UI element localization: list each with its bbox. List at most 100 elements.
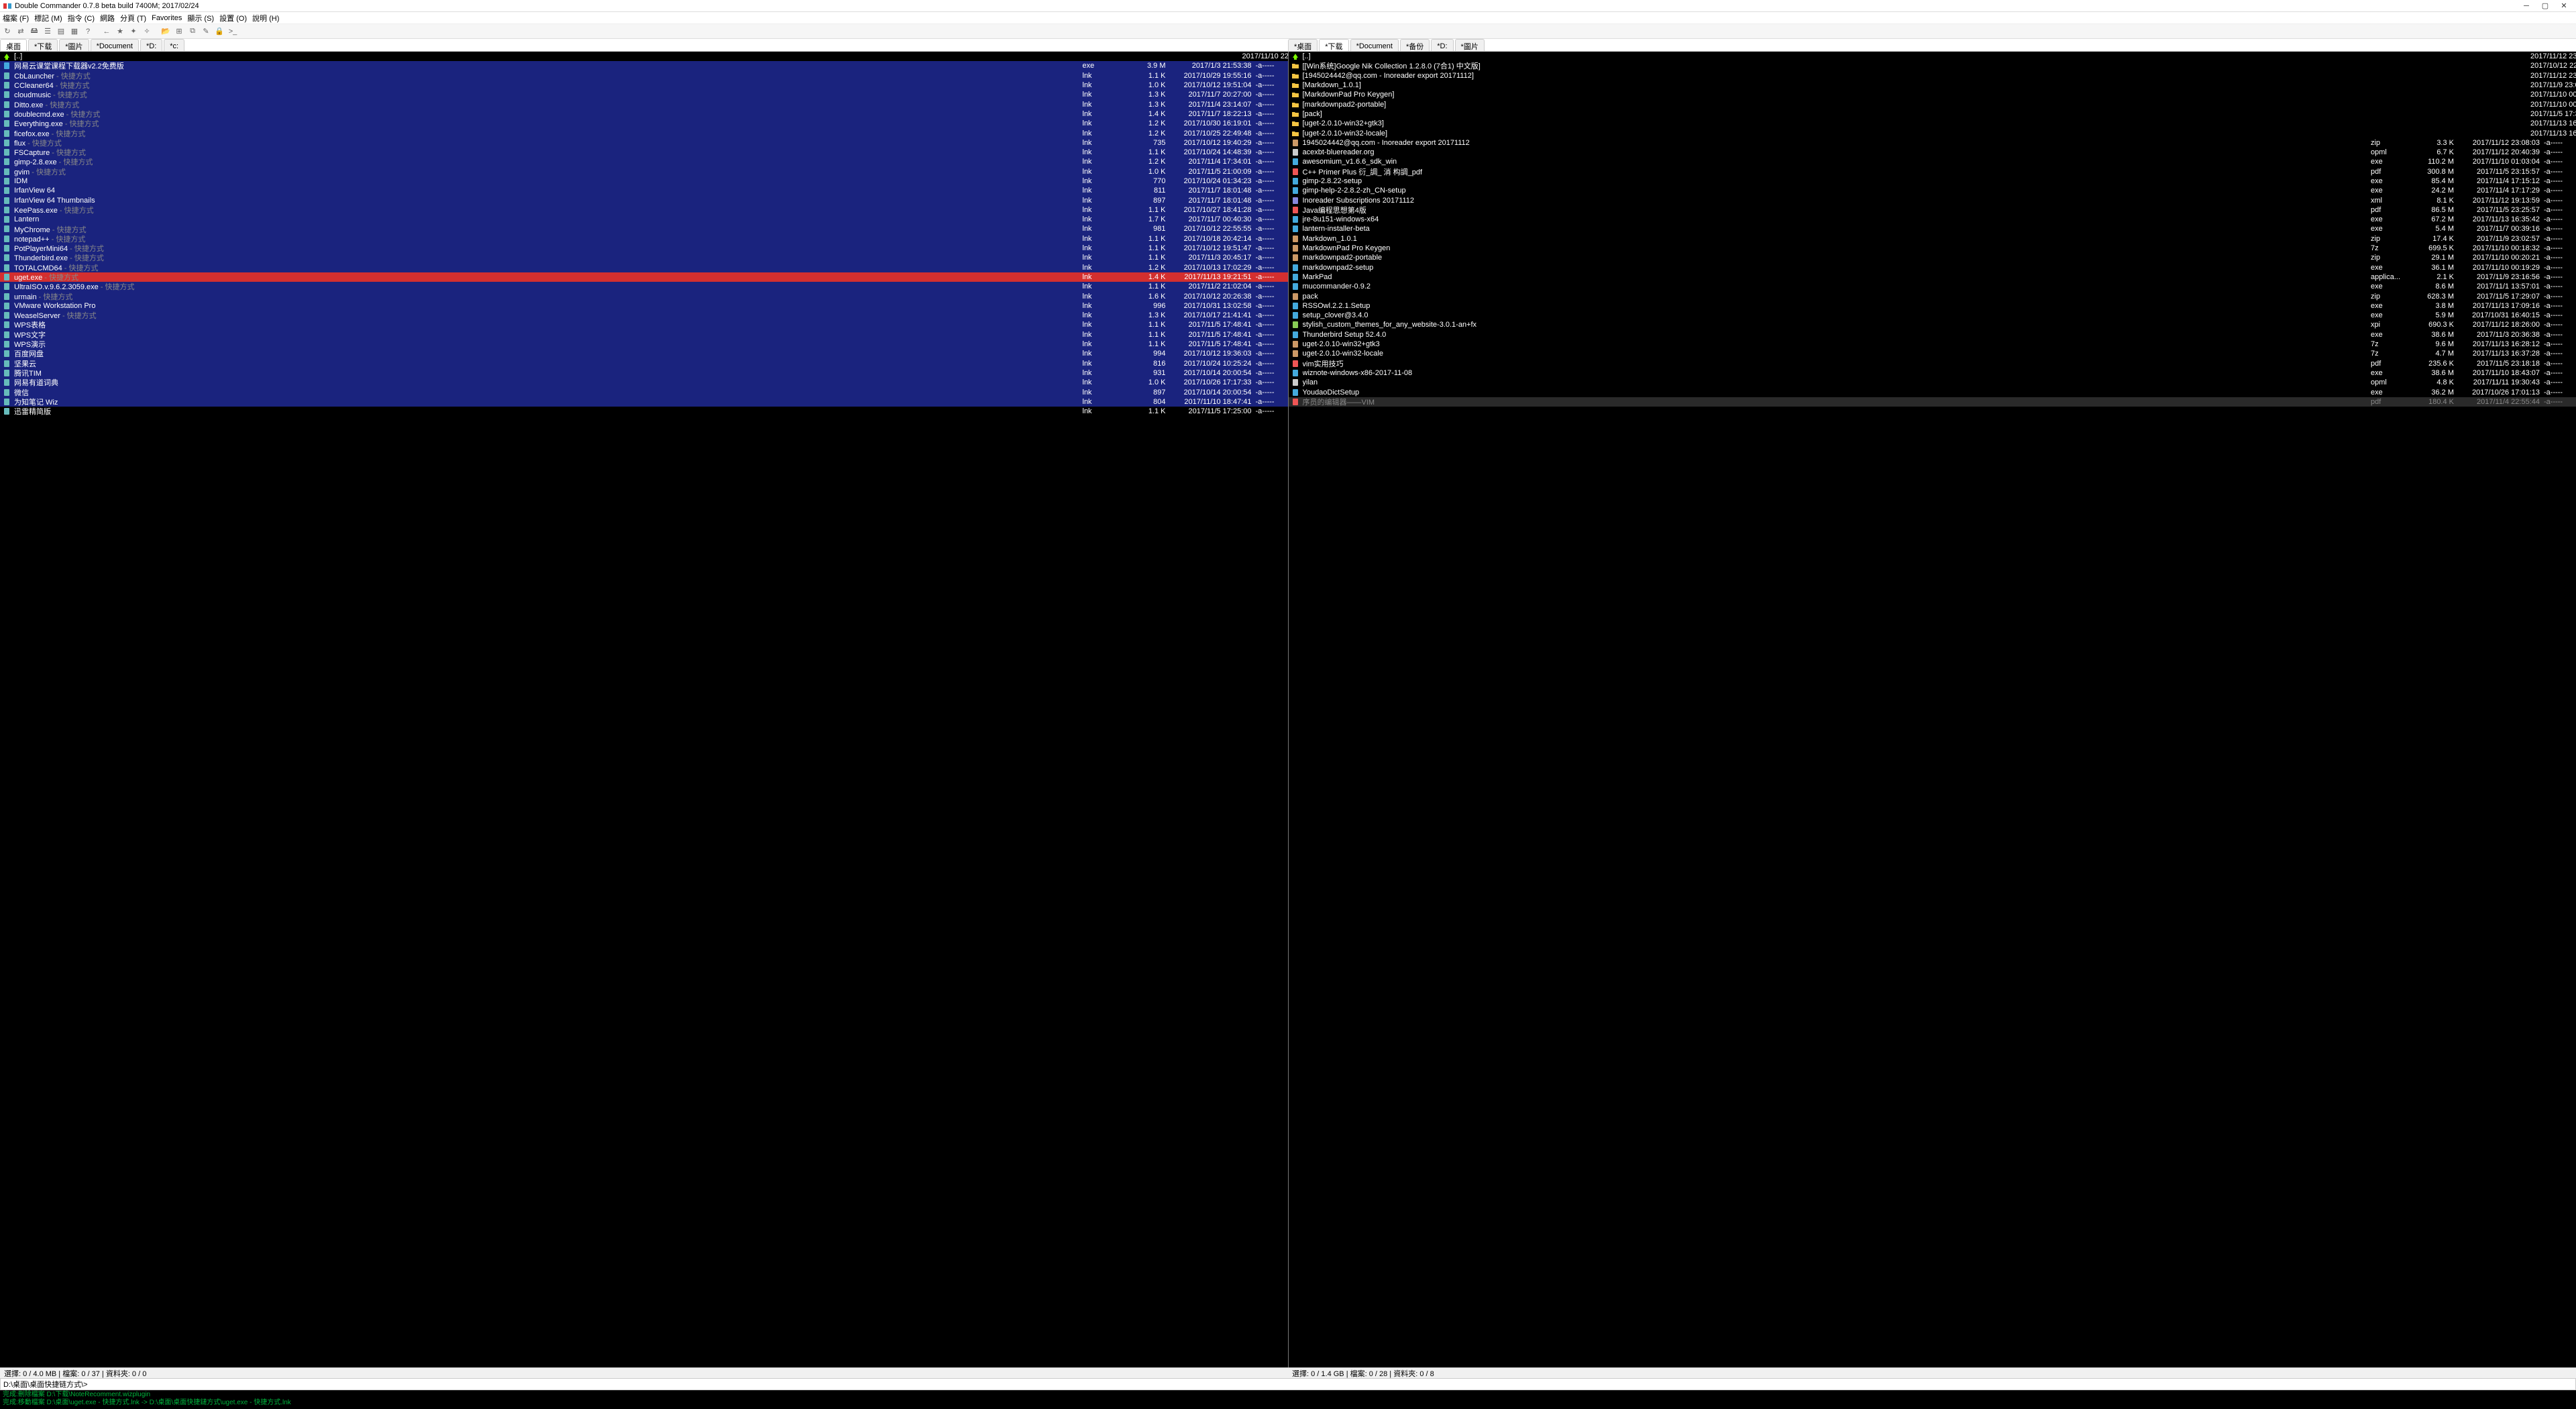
file-row[interactable]: Markdown_1.0.1zip17.4 K2017/11/9 23:02:5…: [1289, 234, 2576, 244]
command-line[interactable]: D:\桌面\桌面快捷链方式\>: [0, 1378, 2576, 1390]
minimize-button[interactable]: ─: [2517, 1, 2536, 11]
file-row[interactable]: Java编程思想第4版pdf86.5 M2017/11/5 23:25:57-a…: [1289, 205, 2576, 215]
edit-icon[interactable]: ✎: [200, 25, 212, 38]
menu-item[interactable]: 網路: [100, 13, 115, 23]
menu-item[interactable]: 檔案 (F): [3, 13, 29, 23]
file-row[interactable]: markdownpad2-portablezip29.1 M2017/11/10…: [1289, 253, 2576, 262]
close-button[interactable]: ✕: [2555, 1, 2573, 11]
file-row[interactable]: Ditto.exe - 快捷方式lnk1.3 K2017/11/4 23:14:…: [0, 99, 1288, 109]
tab[interactable]: *D:: [140, 39, 162, 51]
file-row[interactable]: 序员的编辑器——VIMpdf180.4 K2017/11/4 22:55:44-…: [1289, 397, 2576, 407]
maximize-button[interactable]: ▢: [2536, 1, 2555, 11]
file-row[interactable]: 腾讯TIMlnk9312017/10/14 20:00:54-a-----: [0, 368, 1288, 378]
file-row[interactable]: IrfanView 64 Thumbnailslnk8972017/11/7 1…: [0, 195, 1288, 205]
file-row[interactable]: gimp-help-2-2.8.2-zh_CN-setupexe24.2 M20…: [1289, 186, 2576, 195]
file-row[interactable]: 迅雷精简版lnk1.1 K2017/11/5 17:25:00-a-----: [0, 407, 1288, 416]
file-row[interactable]: 网易云课堂课程下载器v2.2免费版exe3.9 M2017/1/3 21:53:…: [0, 61, 1288, 70]
file-row[interactable]: 微信lnk8972017/10/14 20:00:54-a-----: [0, 387, 1288, 397]
file-row[interactable]: gimp-2.8.22-setupexe85.4 M2017/11/4 17:1…: [1289, 176, 2576, 186]
file-row[interactable]: packzip628.3 M2017/11/5 17:29:07-a-----: [1289, 291, 2576, 301]
file-row[interactable]: YoudaoDictSetupexe36.2 M2017/10/26 17:01…: [1289, 387, 2576, 397]
tab[interactable]: *c:: [164, 39, 184, 51]
star-icon[interactable]: ★: [114, 25, 126, 38]
file-row[interactable]: PotPlayerMini64 - 快捷方式lnk1.1 K2017/10/12…: [0, 244, 1288, 253]
file-row[interactable]: acexbt-bluereader.orgopml6.7 K2017/11/12…: [1289, 148, 2576, 157]
file-row[interactable]: flux - 快捷方式lnk7352017/10/12 19:40:29-a--…: [0, 138, 1288, 148]
help-icon[interactable]: ?: [82, 25, 94, 38]
file-row[interactable]: Thunderbird.exe - 快捷方式lnk1.1 K2017/11/3 …: [0, 253, 1288, 262]
file-row[interactable]: MarkPadapplica...2.1 K2017/11/9 23:16:56…: [1289, 272, 2576, 282]
file-row[interactable]: [markdownpad2-portable]2017/11/10 00:45:…: [1289, 99, 2576, 109]
file-row[interactable]: cloudmusic - 快捷方式lnk1.3 K2017/11/7 20:27…: [0, 90, 1288, 99]
file-row[interactable]: yilanopml4.8 K2017/11/11 19:30:43-a-----: [1289, 378, 2576, 387]
star-add-icon[interactable]: ✦: [127, 25, 140, 38]
file-row[interactable]: WPS演示lnk1.1 K2017/11/5 17:48:41-a-----: [0, 340, 1288, 349]
folder-open-icon[interactable]: 📂: [160, 25, 172, 38]
tab[interactable]: *备份: [1400, 39, 1430, 51]
file-row[interactable]: Lanternlnk1.7 K2017/11/7 00:40:30-a-----: [0, 215, 1288, 224]
file-row[interactable]: TOTALCMD64 - 快捷方式lnk1.2 K2017/10/13 17:0…: [0, 263, 1288, 272]
menu-item[interactable]: 指令 (C): [68, 13, 95, 23]
file-row[interactable]: [[Win系统]Google Nik Collection 1.2.8.0 (7…: [1289, 61, 2576, 70]
file-row[interactable]: KeePass.exe - 快捷方式lnk1.1 K2017/10/27 18:…: [0, 205, 1288, 215]
file-row[interactable]: [pack]2017/11/5 17:30:10d------: [1289, 109, 2576, 119]
tab[interactable]: *Document: [91, 39, 139, 51]
file-row[interactable]: wiznote-windows-x86-2017-11-08exe38.6 M2…: [1289, 368, 2576, 378]
file-row[interactable]: awesomium_v1.6.6_sdk_winexe110.2 M2017/1…: [1289, 157, 2576, 166]
file-row[interactable]: CbLauncher - 快捷方式lnk1.1 K2017/10/29 19:5…: [0, 71, 1288, 81]
file-row[interactable]: [uget-2.0.10-win32+gtk3]2017/11/13 16:38…: [1289, 119, 2576, 128]
star-sync-icon[interactable]: ✧: [141, 25, 153, 38]
disk-icon[interactable]: 🖴: [28, 25, 40, 38]
tab[interactable]: *圖片: [59, 39, 89, 51]
file-row[interactable]: notepad++ - 快捷方式lnk1.1 K2017/10/18 20:42…: [0, 234, 1288, 244]
file-row[interactable]: 1945024442@qq.com - Inoreader export 201…: [1289, 138, 2576, 148]
file-row[interactable]: 网易有道词典lnk1.0 K2017/10/26 17:17:33-a-----: [0, 378, 1288, 387]
tab[interactable]: *下载: [28, 39, 58, 51]
arrow-left-icon[interactable]: ←: [101, 25, 113, 38]
file-row[interactable]: [uget-2.0.10-win32-locale]2017/11/13 16:…: [1289, 128, 2576, 138]
menu-item[interactable]: 顯示 (S): [187, 13, 214, 23]
file-row[interactable]: UltraISO.v.9.6.2.3059.exe - 快捷方式lnk1.1 K…: [0, 282, 1288, 291]
file-row[interactable]: [Markdown_1.0.1]2017/11/9 23:05:26d-----…: [1289, 81, 2576, 90]
file-row[interactable]: 百度网盘lnk9942017/10/12 19:36:03-a-----: [0, 349, 1288, 358]
file-row[interactable]: IrfanView 64lnk8112017/11/7 18:01:48-a--…: [0, 186, 1288, 195]
file-row[interactable]: mucommander-0.9.2exe8.6 M2017/11/1 13:57…: [1289, 282, 2576, 291]
file-row[interactable]: C++ Primer Plus 衍_調_ 消 构調_pdfpdf300.8 M2…: [1289, 167, 2576, 176]
file-row[interactable]: Everything.exe - 快捷方式lnk1.2 K2017/10/30 …: [0, 119, 1288, 128]
file-row[interactable]: CCleaner64 - 快捷方式lnk1.0 K2017/10/12 19:5…: [0, 81, 1288, 90]
refresh-icon[interactable]: ↻: [1, 25, 13, 38]
file-row[interactable]: 为知笔记 Wizlnk8042017/11/10 18:47:41-a-----: [0, 397, 1288, 407]
file-row[interactable]: [..]2017/11/12 23:08:34dr------: [1289, 52, 2576, 61]
lock-icon[interactable]: 🔒: [213, 25, 225, 38]
file-row[interactable]: uget.exe - 快捷方式lnk1.4 K2017/11/13 19:21:…: [0, 272, 1288, 282]
file-row[interactable]: uget-2.0.10-win32+gtk37z9.6 M2017/11/13 …: [1289, 340, 2576, 349]
view-thumb-icon[interactable]: ▦: [68, 25, 80, 38]
file-row[interactable]: Inoreader Subscriptions 20171112xml8.1 K…: [1289, 195, 2576, 205]
file-row[interactable]: 坚果云lnk8162017/10/24 10:25:24-a-----: [0, 359, 1288, 368]
file-row[interactable]: urmain - 快捷方式lnk1.6 K2017/10/12 20:26:38…: [0, 291, 1288, 301]
tab[interactable]: *桌面: [1288, 39, 1318, 51]
menu-item[interactable]: Favorites: [152, 14, 182, 22]
file-row[interactable]: [..]2017/11/10 22:13:24d------: [0, 52, 1288, 61]
file-row[interactable]: MarkdownPad Pro Keygen7z699.5 K2017/11/1…: [1289, 244, 2576, 253]
file-row[interactable]: IDMlnk7702017/10/24 01:34:23-a-----: [0, 176, 1288, 186]
file-row[interactable]: setup_clover@3.4.0exe5.9 M2017/10/31 16:…: [1289, 311, 2576, 320]
tab[interactable]: *下载: [1319, 39, 1348, 51]
menu-item[interactable]: 說明 (H): [252, 13, 279, 23]
view-details-icon[interactable]: ▤: [55, 25, 67, 38]
copy-icon[interactable]: ⧉: [186, 25, 199, 38]
terminal-icon[interactable]: >_: [227, 25, 239, 38]
file-row[interactable]: WeaselServer - 快捷方式lnk1.3 K2017/10/17 21…: [0, 311, 1288, 320]
file-row[interactable]: [1945024442@qq.com - Inoreader export 20…: [1289, 71, 2576, 81]
file-row[interactable]: [MarkdownPad Pro Keygen]2017/11/10 00:21…: [1289, 90, 2576, 99]
file-row[interactable]: FSCapture - 快捷方式lnk1.1 K2017/10/24 14:48…: [0, 148, 1288, 157]
tab[interactable]: *圖片: [1455, 39, 1485, 51]
file-row[interactable]: lantern-installer-betaexe5.4 M2017/11/7 …: [1289, 224, 2576, 233]
tab[interactable]: *Document: [1350, 39, 1399, 51]
file-row[interactable]: WPS文字lnk1.1 K2017/11/5 17:48:41-a-----: [0, 330, 1288, 340]
file-row[interactable]: gvim - 快捷方式lnk1.0 K2017/11/5 21:00:09-a-…: [0, 167, 1288, 176]
view-list-icon[interactable]: ☰: [42, 25, 54, 38]
menu-item[interactable]: 設置 (O): [219, 13, 247, 23]
file-row[interactable]: VMware Workstation Prolnk9962017/10/31 1…: [0, 301, 1288, 311]
left-file-list[interactable]: [..]2017/11/10 22:13:24d------网易云课堂课程下载器…: [0, 52, 1288, 1367]
